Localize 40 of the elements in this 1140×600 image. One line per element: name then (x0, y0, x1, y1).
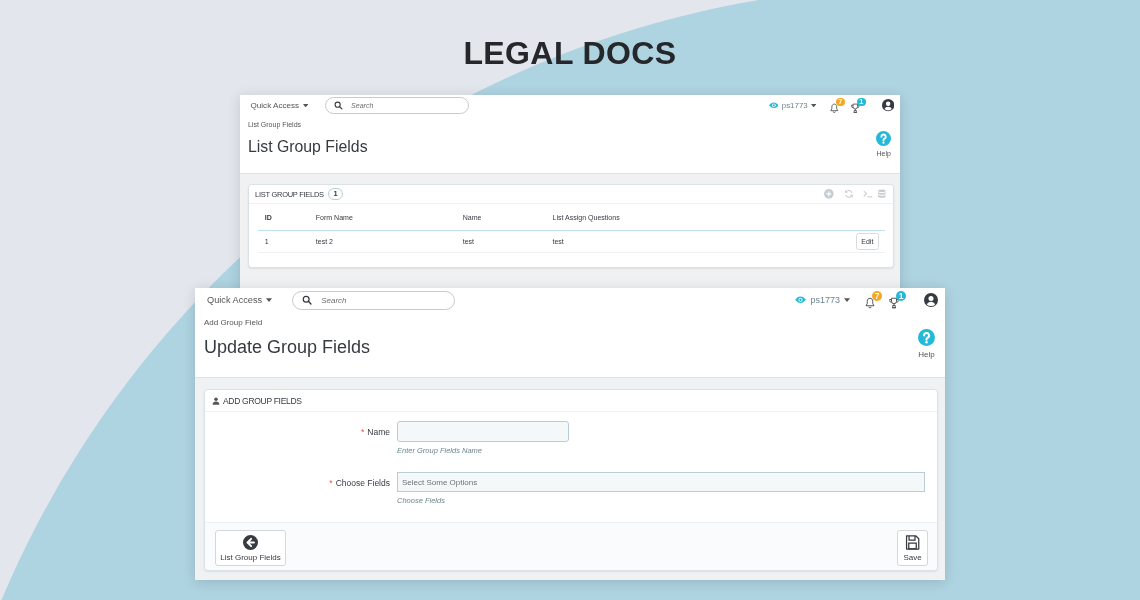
trophy-icon (888, 297, 900, 309)
search-icon (334, 101, 343, 110)
field-label: Name (367, 426, 390, 437)
required-mark: * (329, 477, 333, 488)
terminal-icon[interactable] (862, 189, 873, 199)
refresh-icon[interactable] (844, 189, 855, 199)
save-button[interactable]: Save (897, 530, 928, 566)
user-icon (212, 396, 220, 405)
shop-selector[interactable]: ps1773 (795, 295, 850, 305)
count-badge: 1 (896, 291, 906, 301)
caret-icon (811, 103, 817, 108)
back-arrow-icon (243, 534, 258, 550)
help-icon (876, 131, 892, 146)
quick-access-menu[interactable]: Quick Access (207, 295, 273, 305)
help-icon (918, 329, 935, 346)
page-heading: LEGAL DOCS (463, 34, 677, 72)
count-badge: 7 (872, 291, 882, 301)
text-input[interactable] (397, 421, 569, 442)
user-icon[interactable] (881, 99, 894, 112)
quick-access-menu[interactable]: Quick Access (250, 101, 308, 111)
search-icon (302, 295, 313, 305)
trophy-icon (849, 102, 861, 114)
eye-icon (795, 296, 807, 304)
panel-heading-text: ADD GROUP FIELDS (223, 395, 302, 406)
database-icon[interactable] (877, 189, 887, 199)
caret-icon (302, 103, 308, 108)
eye-icon (768, 102, 779, 109)
user-icon[interactable] (924, 293, 938, 307)
help-button[interactable]: Help (918, 329, 935, 360)
page-title: Update Group Fields (204, 336, 371, 358)
bell-icon (828, 102, 840, 114)
add-icon[interactable] (824, 189, 834, 199)
breadcrumb-link[interactable]: Add Group Field (204, 318, 263, 328)
page-title: List Group Fields (247, 137, 368, 157)
back-button[interactable]: List Group Fields (215, 530, 286, 566)
multi-select-field[interactable]: Select Some Options (397, 472, 925, 492)
required-mark: * (361, 426, 365, 437)
bell-icon (864, 297, 876, 309)
search-field[interactable]: Search (292, 290, 456, 310)
field-label: Choose Fields (335, 477, 390, 488)
